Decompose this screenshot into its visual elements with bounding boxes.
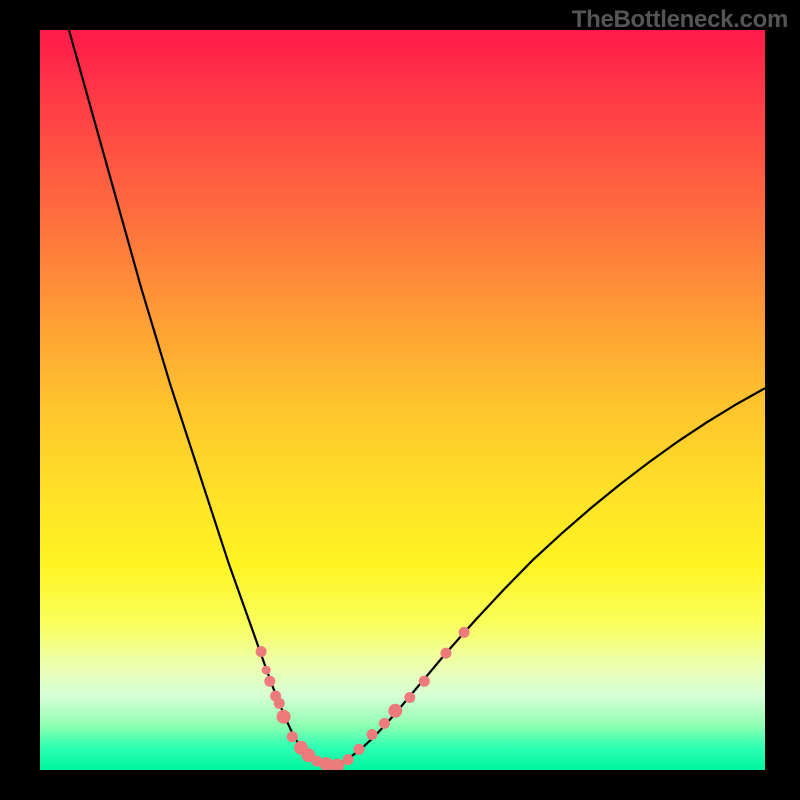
data-point: [379, 718, 390, 729]
data-point: [459, 627, 470, 638]
chart-svg: [40, 30, 765, 770]
bottleneck-curve: [69, 30, 765, 767]
data-point: [388, 704, 402, 718]
data-point: [270, 691, 281, 702]
data-point: [264, 676, 275, 687]
watermark-text: TheBottleneck.com: [572, 6, 788, 34]
data-point: [419, 676, 430, 687]
data-point: [404, 692, 415, 703]
data-point: [343, 754, 354, 765]
data-point: [256, 646, 267, 657]
data-point: [274, 698, 285, 709]
data-point: [277, 710, 291, 724]
data-point: [301, 748, 315, 762]
plot-area: [40, 30, 765, 770]
data-point: [262, 666, 271, 675]
data-point: [294, 741, 308, 755]
data-point: [354, 744, 365, 755]
data-point: [441, 648, 452, 659]
data-point: [367, 729, 378, 740]
data-point: [330, 759, 344, 770]
data-point: [311, 756, 322, 767]
data-point: [287, 731, 298, 742]
data-point: [319, 757, 333, 770]
chart-frame: TheBottleneck.com: [0, 0, 800, 800]
